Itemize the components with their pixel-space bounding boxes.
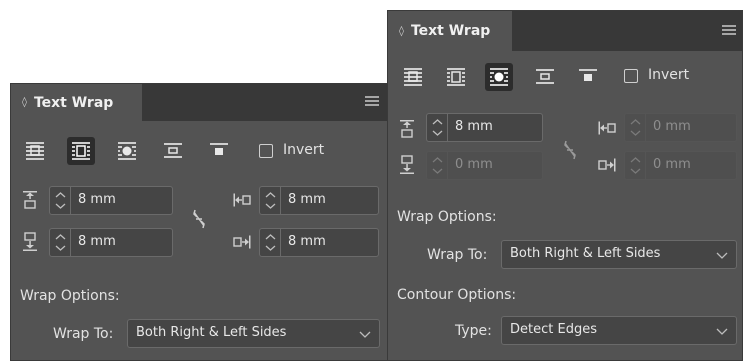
tab-title: Text Wrap [410,23,491,39]
no-text-wrap-button[interactable] [21,137,49,165]
collapse-chevron-icon[interactable]: ◊ [399,26,404,37]
jump-object-icon [536,69,554,84]
wrap-around-object-shape-button[interactable] [113,137,141,165]
wrap-to-value: Both Right & Left Sides [136,325,287,340]
right-offset-value: 0 mm [653,157,691,172]
top-offset-value: 8 mm [455,119,493,134]
no-text-wrap-button[interactable] [399,63,427,91]
jump-object-button[interactable] [531,63,559,91]
invert-label: Invert [283,142,325,158]
top-offset-stepper[interactable] [50,187,71,214]
top-offset-value: 8 mm [78,192,116,207]
contour-type-value: Detect Edges [510,322,597,337]
left-offset-value: 0 mm [653,119,691,134]
bottom-offset-field[interactable]: 0 mm [426,151,543,180]
wrap-around-bounding-box-button[interactable] [67,137,95,165]
stepper-arrows-icon [55,234,66,251]
bottom-offset-value: 0 mm [455,157,493,172]
wrap-object-shape-icon [118,142,136,160]
right-offset-icon [598,158,616,172]
wrap-around-bounding-box-button[interactable] [442,63,470,91]
stepper-arrows-icon [630,157,641,174]
wrap-bounding-box-icon [447,68,465,86]
invert-checkbox[interactable] [624,69,638,83]
right-offset-value: 8 mm [288,234,326,249]
no-wrap-icon [26,142,44,160]
bottom-offset-icon [400,155,414,174]
chain-link-icon[interactable] [562,139,578,161]
stepper-arrows-icon [432,119,443,136]
stepper-arrows-icon [432,157,443,174]
top-offset-field[interactable]: 8 mm [49,186,173,215]
left-offset-field[interactable]: 8 mm [259,186,379,215]
text-wrap-tab[interactable]: ◊ Text Wrap [11,84,142,121]
wrap-around-object-shape-button[interactable] [485,63,513,91]
collapse-chevron-icon[interactable]: ◊ [22,97,27,108]
jump-object-icon [164,143,182,158]
chain-link-icon[interactable] [191,208,207,230]
bottom-offset-stepper[interactable] [50,229,71,256]
jump-to-next-column-button[interactable] [574,63,602,91]
contour-type-dropdown[interactable]: Detect Edges [501,316,737,345]
wrap-bounding-box-icon [72,142,90,160]
stepper-arrows-icon [55,192,66,209]
top-offset-stepper[interactable] [427,114,448,141]
right-offset-icon [233,235,251,249]
wrap-options-heading: Wrap Options: [20,288,120,304]
jump-to-next-column-icon [210,143,228,155]
left-offset-field[interactable]: 0 mm [624,113,737,142]
jump-to-next-column-icon [579,69,597,81]
wrap-object-shape-icon [490,68,508,86]
wrap-to-dropdown[interactable]: Both Right & Left Sides [127,319,380,348]
invert-checkbox[interactable] [259,144,273,158]
contour-options-heading: Contour Options: [397,287,517,303]
bottom-offset-value: 8 mm [78,234,116,249]
left-offset-icon [233,193,251,207]
jump-to-next-column-button[interactable] [205,137,233,165]
text-wrap-tab[interactable]: ◊ Text Wrap [388,11,512,51]
invert-label: Invert [648,67,690,83]
top-offset-field[interactable]: 8 mm [426,113,543,142]
wrap-to-value: Both Right & Left Sides [510,246,661,261]
tab-title: Text Wrap [33,94,114,111]
type-label: Type: [455,323,492,339]
right-offset-field[interactable]: 0 mm [624,151,737,180]
text-wrap-panel-right: ◊ Text Wrap Invert 8 mm 0 mm 0 mm 0 mm W… [387,10,743,361]
right-offset-stepper[interactable] [625,152,646,179]
bottom-offset-icon [23,232,37,251]
bottom-offset-stepper[interactable] [427,152,448,179]
text-wrap-panel-left: ◊ Text Wrap Invert 8 mm 8 mm 8 mm 8 mm W… [10,83,390,361]
panel-menu-icon[interactable] [365,96,379,108]
right-offset-stepper[interactable] [260,229,281,256]
left-offset-stepper[interactable] [260,187,281,214]
left-offset-stepper[interactable] [625,114,646,141]
wrap-to-dropdown[interactable]: Both Right & Left Sides [501,240,737,269]
wrap-options-heading: Wrap Options: [397,209,497,225]
stepper-arrows-icon [265,234,276,251]
no-wrap-icon [404,68,422,86]
wrap-to-label: Wrap To: [427,247,488,263]
wrap-to-label: Wrap To: [53,326,114,342]
jump-object-button[interactable] [159,137,187,165]
left-offset-icon [598,121,616,135]
right-offset-field[interactable]: 8 mm [259,228,379,257]
chevron-down-icon [716,328,728,335]
bottom-offset-field[interactable]: 8 mm [49,228,173,257]
top-offset-icon [400,120,414,138]
top-offset-icon [23,191,37,209]
left-offset-value: 8 mm [288,192,326,207]
stepper-arrows-icon [265,192,276,209]
chevron-down-icon [359,331,371,338]
chevron-down-icon [716,252,728,259]
stepper-arrows-icon [630,119,641,136]
panel-menu-icon[interactable] [722,25,736,37]
